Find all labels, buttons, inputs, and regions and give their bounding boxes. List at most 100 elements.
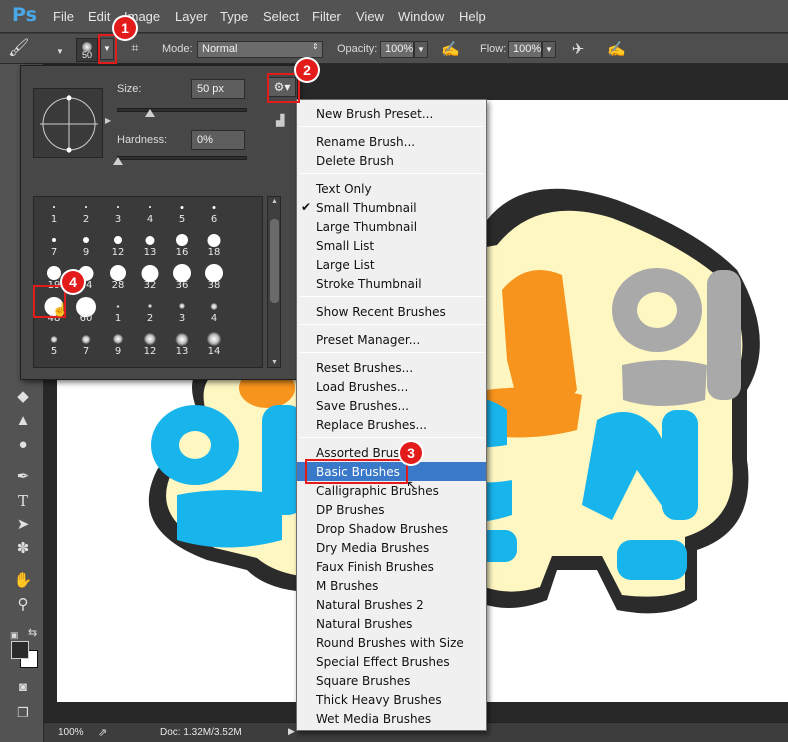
brush-tool-icon[interactable]: 🖌 <box>8 39 30 57</box>
brush-preset-cell[interactable]: 28 <box>102 262 134 292</box>
brush-preset-cell[interactable]: 12 <box>134 328 166 358</box>
size-slider-thumb[interactable] <box>145 109 155 117</box>
status-menu-arrow-icon[interactable]: ▶ <box>288 726 295 737</box>
menu-filter[interactable]: Filter <box>312 9 341 24</box>
swap-colors-icon[interactable]: ⇆ <box>28 626 37 639</box>
hand-tool-icon[interactable]: ✋ <box>12 570 34 592</box>
menu-help[interactable]: Help <box>459 9 486 24</box>
brush-preset-cell[interactable]: 14 <box>198 328 230 358</box>
blur-tool-icon[interactable]: ▲ <box>12 410 34 432</box>
brush-preset-cell[interactable]: 12 <box>102 229 134 259</box>
brush-preset-cell[interactable]: 13 <box>134 229 166 259</box>
menu-view[interactable]: View <box>356 9 384 24</box>
brush-preset-cell[interactable]: 7 <box>38 229 70 259</box>
menu-item-replace-brushes[interactable]: Replace Brushes... <box>297 415 486 434</box>
opacity-dropdown[interactable]: ▼ <box>414 41 428 58</box>
brush-preset-cell[interactable]: 5 <box>166 197 198 226</box>
menu-item-dp-brushes[interactable]: DP Brushes <box>297 500 486 519</box>
menu-item-small-list[interactable]: Small List <box>297 236 486 255</box>
brush-preset-cell[interactable]: 9 <box>70 229 102 259</box>
menu-item-small-thumbnail[interactable]: ✔ Small Thumbnail <box>297 198 486 217</box>
default-colors-icon[interactable]: ▣ <box>10 630 19 641</box>
mode-select[interactable]: Normal <box>197 41 323 58</box>
menu-item-text-only[interactable]: Text Only <box>297 179 486 198</box>
brush-grid-scrollbar[interactable]: ▲ ▼ <box>267 196 281 368</box>
screen-mode-icon[interactable]: ❐ <box>12 702 34 724</box>
menu-item-dry-media-brushes[interactable]: Dry Media Brushes <box>297 538 486 557</box>
menu-item-faux-finish-brushes[interactable]: Faux Finish Brushes <box>297 557 486 576</box>
pen-tool-icon[interactable]: ✒ <box>12 466 34 488</box>
tool-preset-dropdown-icon[interactable]: ▼ <box>56 47 64 56</box>
menu-item-show-recent-brushes[interactable]: Show Recent Brushes <box>297 302 486 321</box>
hardness-slider[interactable] <box>117 156 247 160</box>
menu-type[interactable]: Type <box>220 9 248 24</box>
menu-file[interactable]: File <box>53 9 74 24</box>
size-field[interactable]: 50 px <box>191 79 245 99</box>
brush-preset-cell[interactable]: 7 <box>70 328 102 358</box>
brush-preset-cell[interactable]: 13 <box>166 328 198 358</box>
pressure-opacity-icon[interactable]: ✍ <box>441 41 460 59</box>
brush-preset-cell[interactable]: 16 <box>166 229 198 259</box>
foreground-color-swatch[interactable] <box>11 641 29 659</box>
brush-preset-cell[interactable]: 4 <box>134 197 166 226</box>
brush-preset-cell[interactable]: 60 <box>70 295 102 325</box>
menu-item-natural-brushes[interactable]: Natural Brushes <box>297 614 486 633</box>
scroll-down-icon[interactable]: ▼ <box>271 359 278 366</box>
zoom-tool-icon[interactable]: ⚲ <box>12 594 34 616</box>
brush-panel-icon[interactable]: ⌗ <box>126 39 144 57</box>
brush-preset-cell[interactable]: 38 <box>198 262 230 292</box>
brush-preset-cell[interactable]: 1 <box>102 295 134 325</box>
brush-preset-cell[interactable]: 5 <box>38 328 70 358</box>
menu-item-preset-manager[interactable]: Preset Manager... <box>297 330 486 349</box>
brush-preset-cell[interactable]: 4 <box>198 295 230 325</box>
menu-window[interactable]: Window <box>398 9 444 24</box>
zoom-level[interactable]: 100% <box>58 727 84 738</box>
menu-item-rename-brush[interactable]: Rename Brush... <box>297 132 486 151</box>
scroll-up-icon[interactable]: ▲ <box>271 198 278 205</box>
hardness-field[interactable]: 0% <box>191 130 245 150</box>
export-icon[interactable]: ⇗ <box>98 726 107 739</box>
new-preset-icon[interactable]: ▟ <box>276 115 288 127</box>
brush-size-preview[interactable]: 50 <box>76 38 98 62</box>
menu-item-large-thumbnail[interactable]: Large Thumbnail <box>297 217 486 236</box>
brush-tip-preview[interactable] <box>33 88 103 158</box>
brush-preset-cell[interactable]: 3 <box>166 295 198 325</box>
brush-preset-cell[interactable]: 9 <box>102 328 134 358</box>
brush-preset-cell[interactable]: 1 <box>38 197 70 226</box>
menu-item-save-brushes[interactable]: Save Brushes... <box>297 396 486 415</box>
brush-preset-cell[interactable]: 2 <box>134 295 166 325</box>
airbrush-icon[interactable]: ✈ <box>569 41 587 59</box>
menu-layer[interactable]: Layer <box>175 9 208 24</box>
dodge-tool-icon[interactable]: ● <box>12 434 34 456</box>
menu-item-new-brush-preset[interactable]: New Brush Preset... <box>297 104 486 123</box>
menu-edit[interactable]: Edit <box>88 9 110 24</box>
brush-preset-cell[interactable]: 2 <box>70 197 102 226</box>
flow-field[interactable]: 100% <box>508 41 542 58</box>
opacity-field[interactable]: 100% <box>380 41 414 58</box>
menu-item-square-brushes[interactable]: Square Brushes <box>297 671 486 690</box>
menu-item-large-list[interactable]: Large List <box>297 255 486 274</box>
menu-item-reset-brushes[interactable]: Reset Brushes... <box>297 358 486 377</box>
brush-preset-cell[interactable]: 36 <box>166 262 198 292</box>
menu-item-m-brushes[interactable]: M Brushes <box>297 576 486 595</box>
menu-item-delete-brush[interactable]: Delete Brush <box>297 151 486 170</box>
pressure-size-icon[interactable]: ✍ <box>607 41 626 59</box>
custom-shape-tool-icon[interactable]: ✽ <box>12 538 34 560</box>
type-tool-icon[interactable]: T <box>12 490 34 512</box>
menu-item-load-brushes[interactable]: Load Brushes... <box>297 377 486 396</box>
paint-bucket-tool-icon[interactable]: ◆ <box>12 386 34 408</box>
size-slider[interactable] <box>117 108 247 112</box>
brush-preset-cell[interactable]: 6 <box>198 197 230 226</box>
quick-mask-icon[interactable]: ◙ <box>12 676 34 698</box>
brush-preset-cell[interactable]: 3 <box>102 197 134 226</box>
hardness-slider-thumb[interactable] <box>113 157 123 165</box>
menu-item-thick-heavy-brushes[interactable]: Thick Heavy Brushes <box>297 690 486 709</box>
brush-preset-cell[interactable]: 32 <box>134 262 166 292</box>
scroll-thumb[interactable] <box>270 219 279 303</box>
flow-dropdown[interactable]: ▼ <box>542 41 556 58</box>
menu-item-natural-brushes-2[interactable]: Natural Brushes 2 <box>297 595 486 614</box>
menu-item-stroke-thumbnail[interactable]: Stroke Thumbnail <box>297 274 486 293</box>
menu-item-round-brushes-with-size[interactable]: Round Brushes with Size <box>297 633 486 652</box>
brush-preset-cell[interactable]: 18 <box>198 229 230 259</box>
path-selection-tool-icon[interactable]: ➤ <box>12 514 34 536</box>
